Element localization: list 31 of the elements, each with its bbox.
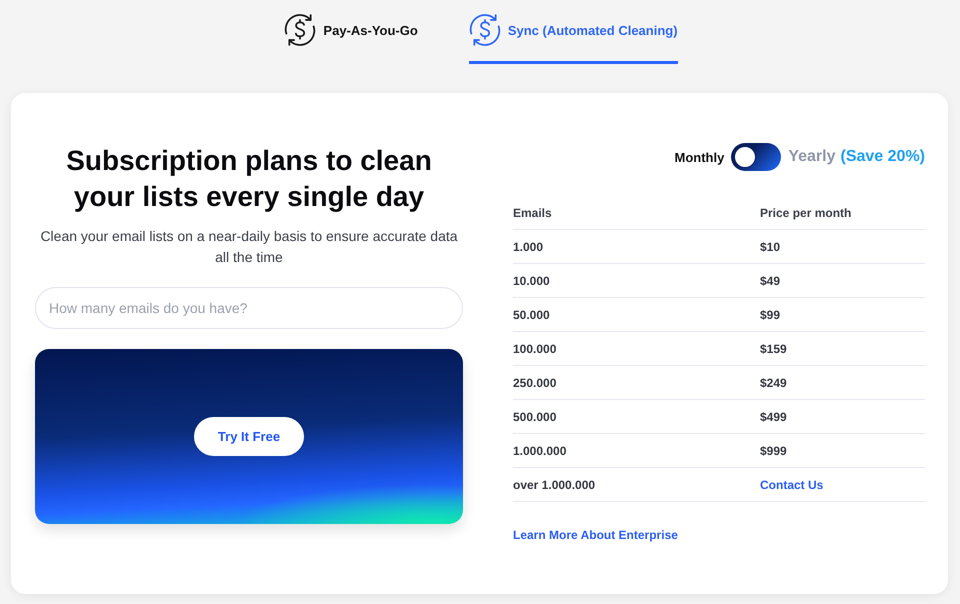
discount-note: (Save 20%) — [840, 148, 925, 166]
column-header: Emails — [513, 206, 552, 220]
table-cell: 500.000 — [513, 410, 556, 424]
table-cell: $159 — [760, 342, 787, 356]
dollar-cycle-icon — [284, 14, 316, 46]
dollar-cycle-icon — [468, 14, 501, 46]
table-cell: $249 — [760, 376, 787, 390]
table-cell: $10 — [760, 240, 780, 254]
plan-tab[interactable]: Sync (Automated Cleaning) — [468, 0, 678, 64]
enterprise-link[interactable]: Learn More About Enterprise — [513, 528, 678, 542]
email-count-field[interactable]: How many emails do you have? — [35, 287, 463, 329]
plan-tab[interactable]: Pay-As-You-Go — [284, 0, 418, 64]
table-cell: 1.000 — [513, 240, 544, 254]
table-cell: $999 — [760, 444, 787, 458]
table-cell: over 1.000.000 — [513, 478, 596, 492]
table-cell: 10.000 — [513, 274, 550, 288]
table-cell: $499 — [760, 410, 787, 424]
yearly-label: Yearly — [788, 148, 836, 166]
table-cell: $49 — [760, 274, 780, 288]
table-cell: $99 — [760, 308, 780, 322]
table-cell: 250.000 — [513, 376, 556, 390]
billing-toggle[interactable] — [731, 143, 782, 171]
table-cell: 1.000.000 — [513, 444, 566, 458]
page-heading: Subscription plans to clean your lists every single day — [65, 144, 433, 214]
monthly-label: Monthly — [674, 150, 724, 164]
table-cell: 100.000 — [513, 342, 556, 356]
column-header: Price per month — [760, 206, 852, 220]
table-cell: 50.000 — [513, 308, 550, 322]
page-subtitle: Clean your email lists on a near-daily basis to ensure accurate data all the time — [39, 227, 459, 267]
try-free-button[interactable]: Try It Free — [194, 417, 304, 456]
contact-link[interactable]: Contact Us — [760, 478, 824, 492]
